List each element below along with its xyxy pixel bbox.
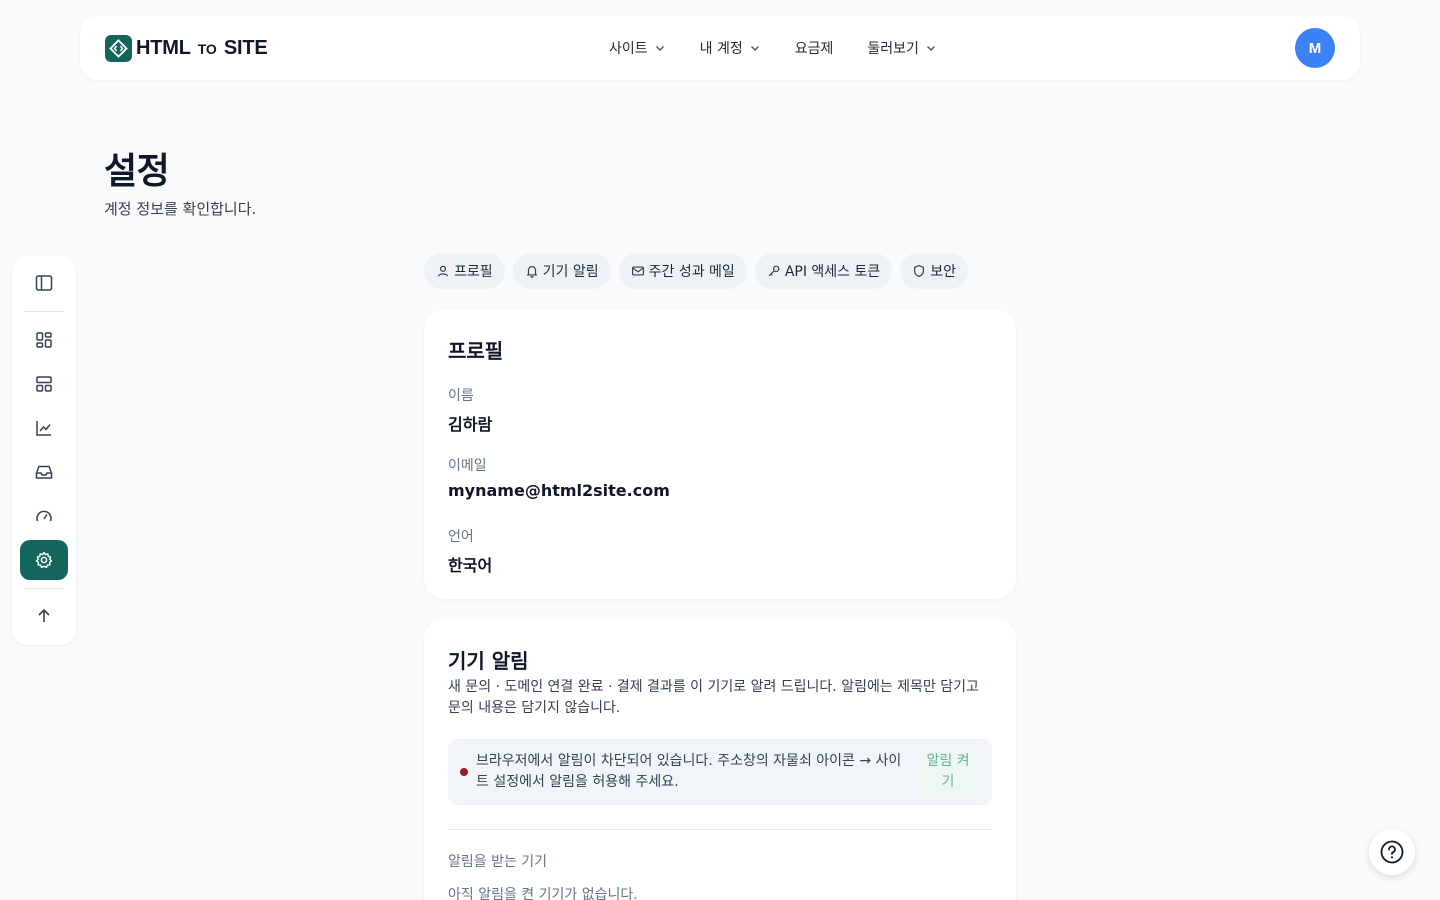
settings-tabs: 프로필 기기 알림 주간 성과 메일 API 액세스 토큰 보안: [424, 253, 969, 289]
sidebar-item-analytics[interactable]: [20, 408, 68, 448]
sidebar-divider: [24, 588, 64, 589]
arrow-up-icon: [38, 608, 50, 622]
chart-icon: [36, 421, 51, 436]
help-button[interactable]: [1369, 829, 1415, 875]
sidebar-item-settings[interactable]: [20, 540, 68, 580]
layout-icon: [36, 376, 52, 392]
mail-icon: [631, 266, 644, 276]
sidebar-item-inbox[interactable]: [20, 452, 68, 492]
status-dot-icon: [460, 768, 468, 776]
panel-toggle-icon: [35, 275, 53, 291]
shield-icon: [914, 264, 925, 278]
nav-explore[interactable]: 둘러보기: [867, 38, 937, 58]
language-value: 한국어: [448, 556, 493, 575]
chevron-down-icon: [750, 46, 759, 51]
nav-explore-label: 둘러보기: [867, 41, 919, 57]
user-icon: [438, 265, 448, 277]
chevron-down-icon: [926, 46, 935, 51]
sidebar-item-performance[interactable]: [20, 496, 68, 536]
notifications-description: 새 문의 · 도메인 연결 완료 · 결제 결과를 이 기기로 알려 드립니다.…: [448, 679, 979, 716]
nav-sites[interactable]: 사이트: [609, 38, 666, 58]
profile-heading: 프로필: [448, 339, 504, 363]
page-title: 설정: [104, 151, 170, 192]
language-label: 언어: [448, 529, 474, 545]
name-label: 이름: [448, 388, 474, 404]
devices-empty-text: 아직 알림을 켠 기기가 없습니다.: [448, 887, 638, 900]
notifications-heading: 기기 알림: [448, 649, 529, 673]
tab-profile[interactable]: 프로필: [424, 253, 505, 289]
nav-my-account[interactable]: 내 계정: [700, 38, 761, 58]
settings-icon: [35, 551, 53, 568]
email-value: myname@html2site.com: [448, 481, 670, 500]
sidebar-item-layout[interactable]: [20, 364, 68, 404]
tab-api-token[interactable]: API 액세스 토큰: [754, 253, 893, 289]
tab-profile-label: 프로필: [454, 264, 493, 280]
tab-weekly-email[interactable]: 주간 성과 메일: [618, 253, 747, 289]
sidebar-item-dashboard[interactable]: [20, 320, 68, 360]
question-icon: [1380, 840, 1404, 864]
brand-logo[interactable]: HTML TO SITE: [105, 35, 268, 62]
scroll-top-button[interactable]: [20, 596, 68, 636]
nav-my-account-label: 내 계정: [699, 41, 743, 57]
bell-icon: [526, 266, 537, 278]
sidebar-toggle-button[interactable]: [20, 263, 68, 303]
section-divider: [448, 829, 992, 830]
nav-pricing-label: 요금제: [794, 41, 834, 57]
tab-weekly-email-label: 주간 성과 메일: [648, 264, 735, 280]
nav-pricing[interactable]: 요금제: [795, 38, 834, 58]
user-avatar[interactable]: M: [1295, 28, 1335, 68]
nav-sites-label: 사이트: [609, 41, 648, 57]
tab-device-notifications[interactable]: 기기 알림: [512, 253, 611, 289]
devices-label: 알림을 받는 기기: [448, 854, 548, 870]
tab-security[interactable]: 보안: [900, 253, 969, 289]
gauge-icon: [36, 510, 52, 522]
inbox-icon: [35, 465, 53, 479]
page-subtitle: 계정 정보를 확인합니다.: [104, 200, 257, 218]
left-sidebar: [12, 256, 76, 645]
email-label: 이메일: [448, 458, 487, 474]
logo-icon: [105, 35, 132, 62]
dashboard-icon: [36, 332, 52, 348]
profile-card: 프로필 이름 김하람 이메일 myname@html2site.com 언어 한…: [424, 309, 1016, 599]
enable-notifications-button[interactable]: 알림 켜기: [918, 751, 978, 793]
blocked-alert: 브라우저에서 알림이 차단되어 있습니다. 주소창의 자물쇠 아이콘 → 사이트…: [448, 739, 992, 805]
chevron-down-icon: [655, 46, 664, 51]
device-notifications-card: 기기 알림 새 문의 · 도메인 연결 완료 · 결제 결과를 이 기기로 알려…: [424, 619, 1016, 900]
tab-api-token-label: API 액세스 토큰: [784, 264, 881, 280]
main-menu: 사이트 내 계정 요금제 둘러보기: [609, 16, 971, 80]
tab-security-label: 보안: [930, 264, 957, 280]
top-navbar: HTML TO SITE 사이트 내 계정 요금제 둘러보기 M: [80, 16, 1360, 80]
blocked-alert-text: 브라우저에서 알림이 차단되어 있습니다. 주소창의 자물쇠 아이콘 → 사이트…: [476, 753, 902, 790]
name-value: 김하람: [448, 415, 493, 434]
sidebar-divider: [24, 311, 64, 312]
key-icon: [768, 265, 780, 277]
tab-device-notifications-label: 기기 알림: [542, 264, 599, 280]
brand-name: HTML TO SITE: [136, 37, 268, 59]
